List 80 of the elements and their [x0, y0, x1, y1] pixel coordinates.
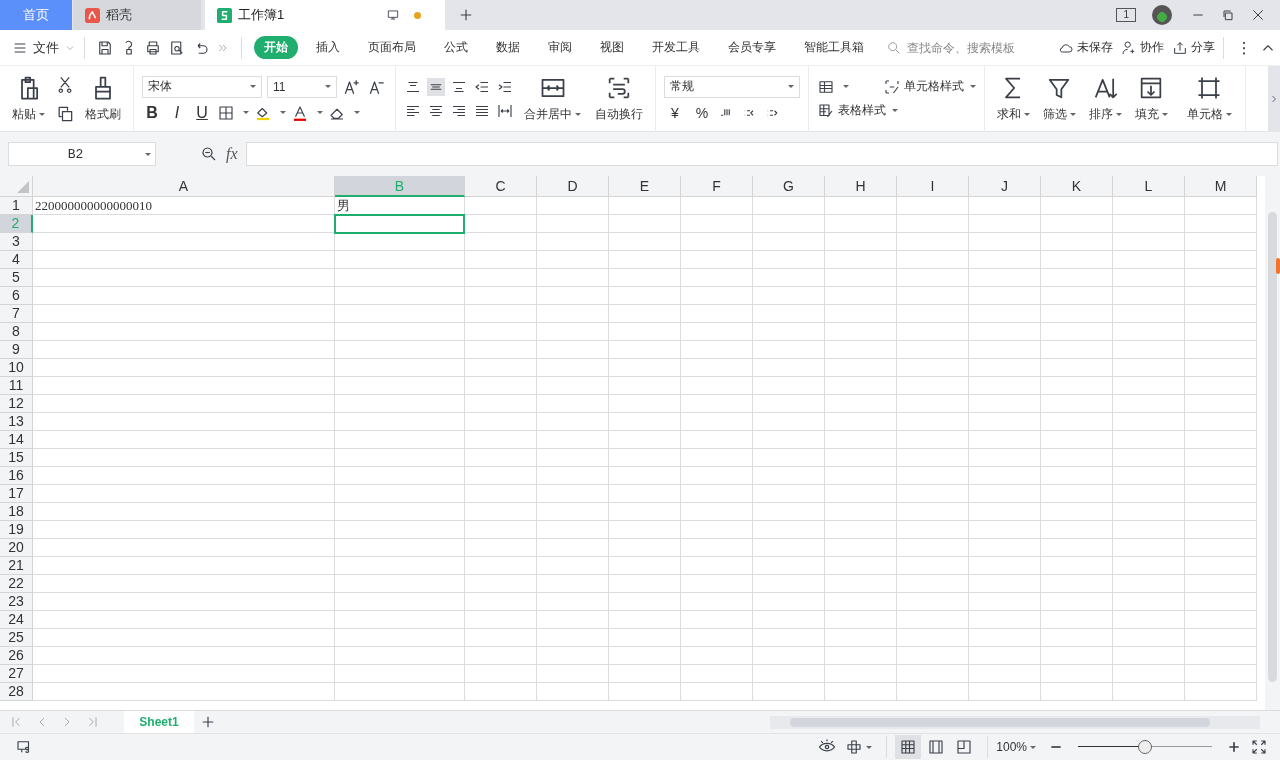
number-format-button[interactable]: ¥: [664, 104, 686, 121]
cell-style-button[interactable]: 单元格样式: [883, 77, 976, 96]
document-tab[interactable]: 稻壳: [73, 0, 201, 30]
row-header[interactable]: 13: [0, 413, 33, 431]
row-header[interactable]: 3: [0, 233, 33, 251]
column-header[interactable]: A: [33, 176, 335, 197]
row-header[interactable]: 12: [0, 395, 33, 413]
ribbon-tab[interactable]: 审阅: [538, 36, 582, 59]
text-style-button[interactable]: U: [192, 103, 212, 122]
row-header[interactable]: 20: [0, 539, 33, 557]
column-header[interactable]: M: [1185, 176, 1257, 197]
ribbon-tab[interactable]: 公式: [434, 36, 478, 59]
row-header[interactable]: 15: [0, 449, 33, 467]
row-header[interactable]: 6: [0, 287, 33, 305]
row-header[interactable]: 8: [0, 323, 33, 341]
merge-center-button[interactable]: 合并居中: [520, 72, 585, 125]
row-header[interactable]: 25: [0, 629, 33, 647]
row-header[interactable]: 28: [0, 683, 33, 701]
row-header[interactable]: 21: [0, 557, 33, 575]
column-header[interactable]: L: [1113, 176, 1185, 197]
text-style-button[interactable]: I: [167, 103, 187, 122]
table-cell-text: 男: [336, 197, 350, 214]
row-header[interactable]: 27: [0, 665, 33, 683]
row-header[interactable]: 7: [0, 305, 33, 323]
table-style-button[interactable]: 表格样式: [817, 101, 898, 120]
document-tab[interactable]: 工作簿1: [205, 0, 445, 30]
name-box[interactable]: B2: [8, 142, 156, 166]
column-header[interactable]: J: [969, 176, 1041, 197]
font-name-dropdown[interactable]: 宋体: [142, 75, 262, 98]
ribbon-tab[interactable]: 插入: [306, 36, 350, 59]
command-search-field[interactable]: 查找命令、搜索模板: [886, 39, 1039, 56]
ribbon-tool-button[interactable]: 填充: [1131, 72, 1171, 125]
row-header[interactable]: 26: [0, 647, 33, 665]
ribbon-tab[interactable]: 会员专享: [718, 36, 786, 59]
function-button[interactable]: fx: [226, 145, 238, 163]
number-format-button[interactable]: %: [691, 104, 713, 121]
row-header[interactable]: 18: [0, 503, 33, 521]
ribbon-tab[interactable]: 视图: [590, 36, 634, 59]
table-cell-text: 220000000000000010: [34, 197, 152, 214]
window-count-button[interactable]: 1: [1116, 8, 1136, 22]
column-header[interactable]: H: [825, 176, 897, 197]
row-header[interactable]: 11: [0, 377, 33, 395]
file-menu-button[interactable]: 文件: [12, 38, 76, 57]
font-size-dropdown[interactable]: 11: [267, 75, 337, 98]
format-painter-button[interactable]: 格式刷: [81, 72, 125, 125]
zoom-level-dropdown[interactable]: 100%: [996, 740, 1036, 754]
row-header[interactable]: 9: [0, 341, 33, 359]
ribbon-tab[interactable]: 数据: [486, 36, 530, 59]
column-header[interactable]: D: [537, 176, 609, 197]
row-header[interactable]: 5: [0, 269, 33, 287]
ribbon-tab[interactable]: 智能工具箱: [794, 36, 874, 59]
ribbon-tab[interactable]: 页面布局: [358, 36, 426, 59]
ribbon-tab[interactable]: 开发工具: [642, 36, 710, 59]
column-header[interactable]: C: [465, 176, 537, 197]
toolbar-action-button[interactable]: 未保存: [1058, 39, 1113, 56]
column-header[interactable]: F: [681, 176, 753, 197]
row-header[interactable]: 16: [0, 467, 33, 485]
ribbon-tool-button[interactable]: 排序: [1085, 72, 1125, 125]
text-style-button[interactable]: B: [142, 103, 162, 122]
ribbon-tool-button[interactable]: 筛选: [1039, 72, 1079, 125]
paste-button[interactable]: 粘贴: [8, 72, 49, 125]
column-header[interactable]: G: [753, 176, 825, 197]
row-header[interactable]: 4: [0, 251, 33, 269]
row-header[interactable]: 24: [0, 611, 33, 629]
column-header[interactable]: I: [897, 176, 969, 197]
row-header[interactable]: 1: [0, 197, 33, 215]
row-header[interactable]: 14: [0, 431, 33, 449]
row-header[interactable]: 19: [0, 521, 33, 539]
ribbon-tool-button[interactable]: 单元格: [1181, 72, 1237, 125]
toolbar-action-button[interactable]: 协作: [1121, 39, 1164, 56]
row-header[interactable]: 10: [0, 359, 33, 377]
wrap-text-button[interactable]: 自动换行: [591, 72, 647, 125]
number-format-dropdown[interactable]: 常规: [664, 75, 800, 98]
column-header[interactable]: K: [1041, 176, 1113, 197]
ribbon-tool-button[interactable]: 求和: [993, 72, 1033, 125]
column-header[interactable]: E: [609, 176, 681, 197]
toolbar-action-button[interactable]: 分享: [1172, 39, 1215, 56]
row-header[interactable]: 17: [0, 485, 33, 503]
row-header[interactable]: 22: [0, 575, 33, 593]
row-header[interactable]: 23: [0, 593, 33, 611]
